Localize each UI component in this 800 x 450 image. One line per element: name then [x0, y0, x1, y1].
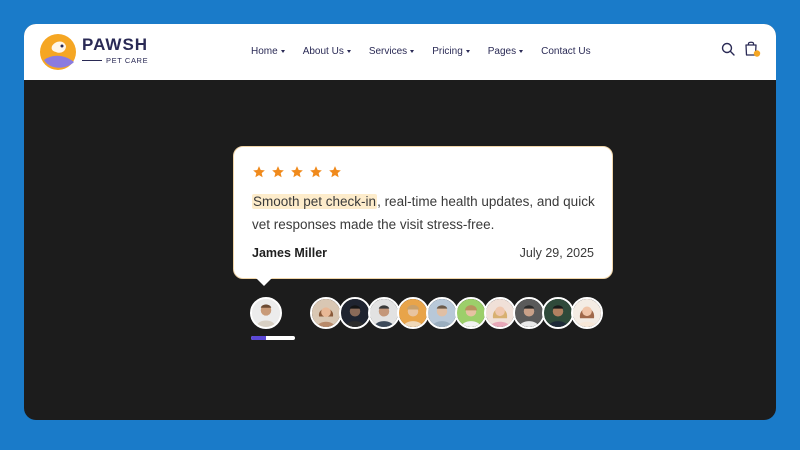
avatar-thumbnail[interactable] [484, 297, 516, 329]
slider-progress-fill [251, 336, 266, 340]
brand-divider [82, 59, 102, 62]
avatar-thumbnail[interactable] [339, 297, 371, 329]
nav-item-contact-us[interactable]: Contact Us [541, 44, 590, 58]
navbar: PAWSH PET CARE Home About Us Services Pr… [24, 24, 776, 80]
nav-item-pages[interactable]: Pages [487, 44, 524, 58]
nav-item-label: Home [251, 45, 278, 57]
review-date: July 29, 2025 [519, 246, 594, 260]
star-rating [252, 165, 347, 179]
quote-highlight: Smooth pet check-in [252, 194, 378, 209]
avatar-thumbnail[interactable] [542, 297, 574, 329]
author-name: James Miller [252, 246, 328, 260]
testimonial-quote: Smooth pet check-in, real-time health up… [252, 190, 597, 236]
star-icon [253, 166, 265, 178]
nav-item-about-us[interactable]: About Us [303, 44, 351, 58]
avatar-thumbnail[interactable] [426, 297, 458, 329]
nav-item-label: Pages [487, 45, 517, 57]
nav-item-home[interactable]: Home [251, 44, 285, 58]
star-icon [329, 166, 341, 178]
slider-progress [251, 336, 295, 340]
testimonial-card: Smooth pet check-in, real-time health up… [233, 146, 613, 279]
nav-item-services[interactable]: Services [368, 44, 415, 58]
nav-item-pricing[interactable]: Pricing [432, 44, 470, 58]
nav-item-label: About Us [302, 45, 344, 57]
caret-down-icon [519, 49, 524, 53]
caret-down-icon [280, 49, 285, 53]
paw-logo-icon[interactable] [38, 32, 78, 72]
shopping-bag-icon[interactable] [743, 40, 761, 58]
star-icon [310, 166, 322, 178]
search-icon[interactable] [721, 42, 735, 56]
avatar-thumbnail[interactable] [455, 297, 487, 329]
caret-down-icon [346, 49, 351, 53]
avatar-thumbnail[interactable] [571, 297, 603, 329]
brand-tagline: PET CARE [106, 56, 149, 65]
brand[interactable]: PAWSH PET CARE [82, 36, 148, 65]
browser-frame: PAWSH PET CARE Home About Us Services Pr… [24, 24, 776, 420]
avatar-thumbnail[interactable] [368, 297, 400, 329]
caret-down-icon [465, 49, 470, 53]
avatar-thumbnail[interactable] [310, 297, 342, 329]
star-icon [272, 166, 284, 178]
card-pointer [256, 278, 272, 286]
nav-item-label: Contact Us [541, 45, 591, 57]
caret-down-icon [410, 49, 415, 53]
nav-item-label: Services [368, 45, 408, 57]
main-menu: Home About Us Services Pricing Pages Con… [251, 44, 609, 58]
star-icon [291, 166, 303, 178]
nav-item-label: Pricing [432, 45, 463, 57]
avatar-thumbnail[interactable] [513, 297, 545, 329]
avatar-active[interactable] [250, 297, 282, 329]
avatar-thumbnail[interactable] [397, 297, 429, 329]
brand-name: PAWSH [82, 35, 149, 54]
